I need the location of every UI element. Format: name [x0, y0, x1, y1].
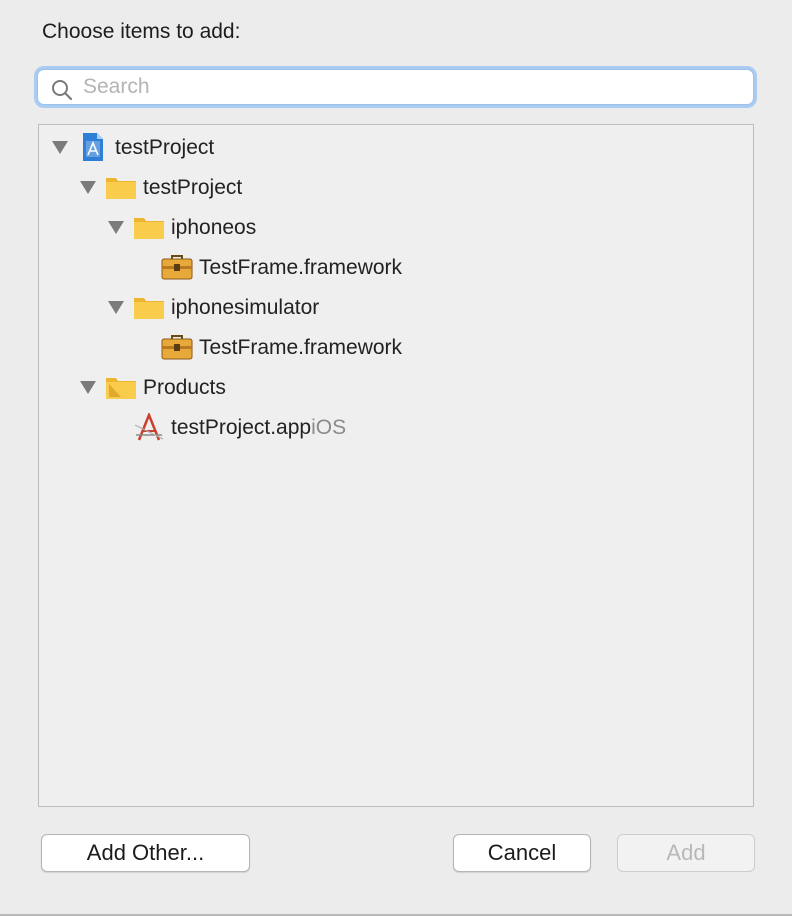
- tree-row-label: TestFrame.framework: [199, 336, 403, 359]
- tree-row-folder[interactable]: iphonesimulator: [39, 287, 753, 327]
- dialog-title: Choose items to add:: [42, 20, 241, 43]
- tree-row-products[interactable]: Products: [39, 367, 753, 407]
- disclosure-triangle-icon[interactable]: [108, 221, 124, 235]
- products-folder-icon: [106, 378, 136, 399]
- tree-row-framework[interactable]: TestFrame.framework: [39, 247, 753, 287]
- tree-row-label: testProject: [143, 176, 243, 199]
- tree-row-folder[interactable]: iphoneos: [39, 207, 753, 247]
- tree-row-folder[interactable]: testProject: [39, 167, 753, 207]
- tree-row-project[interactable]: testProject: [39, 127, 753, 167]
- tree-row-label: Products: [143, 376, 226, 399]
- folder-icon: [134, 218, 164, 239]
- framework-toolbox-icon: [161, 255, 193, 280]
- tree-row-label: iphonesimulator: [171, 296, 320, 319]
- app-name: testProject.app: [171, 416, 312, 439]
- folder-icon: [134, 298, 164, 319]
- search-icon: [52, 80, 73, 101]
- disclosure-triangle-icon[interactable]: [80, 181, 96, 195]
- xcode-project-icon: [83, 133, 103, 161]
- tree-row-framework[interactable]: TestFrame.framework: [39, 327, 753, 367]
- search-field[interactable]: [37, 69, 754, 105]
- disclosure-triangle-icon[interactable]: [80, 381, 96, 395]
- cancel-button[interactable]: Cancel: [453, 834, 591, 872]
- file-tree[interactable]: testProject testProject iphoneos TestFra…: [38, 124, 754, 807]
- add-other-button[interactable]: Add Other...: [41, 834, 250, 872]
- disclosure-triangle-icon[interactable]: [52, 141, 68, 155]
- tree-row-app[interactable]: testProject.appiOS: [39, 407, 753, 447]
- add-button[interactable]: Add: [617, 834, 755, 872]
- search-input[interactable]: [83, 73, 733, 101]
- framework-toolbox-icon: [161, 335, 193, 360]
- app-product-icon: [134, 413, 164, 441]
- folder-icon: [106, 178, 136, 199]
- disclosure-triangle-icon[interactable]: [108, 301, 124, 315]
- tree-row-label: iphoneos: [171, 216, 257, 239]
- tree-row-label: TestFrame.framework: [199, 256, 403, 279]
- platform-label: iOS: [311, 416, 347, 439]
- tree-row-label: testProject.appiOS: [171, 416, 346, 440]
- tree-row-label: testProject: [115, 136, 215, 159]
